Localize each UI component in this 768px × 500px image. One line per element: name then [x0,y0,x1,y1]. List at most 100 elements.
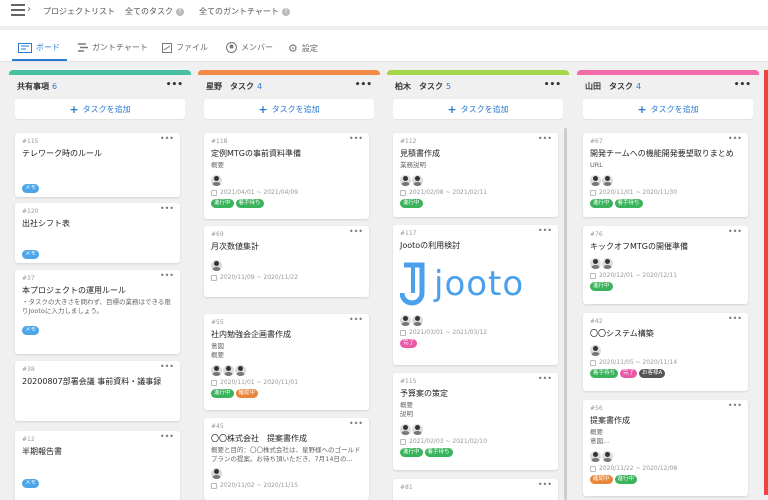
tag-label: 完了 [400,339,418,348]
task-date: 2020/11/22 ~ 2020/12/08 [590,465,741,472]
column-menu-icon[interactable]: ••• [166,80,183,90]
tab-settings[interactable]: ⚙ 設定 [288,42,318,55]
avatar [602,451,613,462]
tab-gantt[interactable]: ガントチャート [78,42,148,53]
task-number: #56 [590,405,603,412]
tab-board[interactable]: ボード [18,42,60,53]
task-date: 2020/11/05 ~ 2020/11/14 [590,359,741,366]
card-menu-icon[interactable]: ••• [538,134,552,143]
avatar [590,175,601,186]
column-title: 山田 タスク [585,81,633,91]
task-card[interactable]: #56 ••• 提案書作成 概要 意図... 2020/11/22 ~ 2020/… [583,400,748,496]
task-card[interactable]: #118 ••• 定例MTGの事前資料準備 概要 2021/04/01 ~ 202… [204,133,369,219]
jooto-logo-text: jooto [434,264,525,304]
task-title: Jootoの利用検討 [400,241,461,250]
member-icon [226,42,237,53]
task-number: #37 [22,275,35,282]
task-card[interactable]: #67 ••• 開発チームへの機能開発要望取りまとめ URL 2020/11/01… [583,133,748,217]
calendar-icon [590,189,596,196]
tag-label: メモ [22,479,40,488]
tag-label: 進行中 [400,199,423,208]
task-number: #115 [400,378,417,385]
column-menu-icon[interactable]: ••• [734,80,751,90]
task-description: 概要と目的：〇〇株式会社は、星野様へのゴールドプランの提案。お待ち頂いただき、7… [211,446,361,463]
task-card[interactable]: #42 ••• 〇〇システム構築 2020/11/05 ~ 2020/11/14 … [583,313,748,391]
tag-label: メモ [22,326,40,335]
task-date: 2020/11/09 ~ 2020/11/22 [211,274,362,281]
task-card[interactable]: #117 ••• Jootoの利用検討 jooto 2021/03/01 ~ 20… [393,225,558,365]
task-number: #42 [590,318,603,325]
avatar [211,365,222,376]
avatar [590,345,601,356]
task-date: 2020/11/01 ~ 2020/11/30 [590,189,741,196]
task-card[interactable]: #115 ••• 予算案の策定 概要 説明 2021/02/03 ~ 2021/0… [393,373,558,470]
card-menu-icon[interactable]: ••• [349,227,363,236]
column-menu-icon[interactable]: ••• [355,80,372,90]
task-card[interactable]: #115 ••• テレワーク時のルール メモ [15,133,180,197]
card-menu-icon[interactable]: ••• [349,315,363,324]
tag-label: 進行中 [400,448,423,457]
task-title: テレワーク時のルール [22,149,102,158]
gantt-icon [78,43,88,52]
task-title: 本プロジェクトの運用ルール [22,286,126,295]
card-menu-icon[interactable]: ••• [538,374,552,383]
tag-label: 確認中 [235,389,259,398]
menu-icon[interactable] [11,4,25,16]
column-header: 星野 タスク 4 ••• [198,75,380,97]
card-menu-icon[interactable]: ••• [160,204,174,213]
card-menu-icon[interactable]: ••• [160,271,174,280]
task-card[interactable]: #55 ••• 社内勉強会企画書作成 意図 概要 2020/11/01 ~ 202… [204,314,369,410]
column-count: 6 [52,81,58,91]
card-menu-icon[interactable]: ••• [349,134,363,143]
avatar [400,424,411,435]
task-title: 開発チームへの機能開発要望取りまとめ [590,149,734,158]
column-title: 星野 タスク [206,81,254,91]
card-menu-icon[interactable]: ••• [160,134,174,143]
add-task-button[interactable]: + タスクを追加 [15,99,185,119]
task-card[interactable]: #12 ••• 半期報告書 メモ [15,431,180,500]
task-card[interactable]: #120 ••• 出社シフト表 メモ [15,203,180,263]
task-number: #115 [22,138,39,145]
card-menu-icon[interactable]: ••• [160,362,174,371]
avatar [400,315,411,326]
task-number: #76 [590,231,603,238]
nav-all-tasks[interactable]: 全てのタスク? [125,6,184,17]
task-number: #55 [211,319,224,326]
column-menu-icon[interactable]: ••• [544,80,561,90]
task-card[interactable]: #112 ••• 見積書作成 業務説明 2021/02/08 ~ 2021/02/… [393,133,558,217]
card-menu-icon[interactable]: ••• [728,314,742,323]
avatar [211,175,222,186]
task-card[interactable]: #81 ••• [393,479,558,500]
task-number: #112 [400,138,417,145]
tag-label: 着手待ち [235,199,264,208]
card-menu-icon[interactable]: ••• [728,401,742,410]
tag-label: 進行中 [211,389,234,398]
task-date: 2020/11/01 ~ 2020/11/01 [211,379,362,386]
column-scrollbar[interactable] [564,128,567,500]
task-number: #38 [22,366,35,373]
calendar-icon [590,272,596,279]
task-card[interactable]: #37 ••• 本プロジェクトの運用ルール ・タスクの大きさを問わず、目標の業務は… [15,270,180,354]
task-card[interactable]: #45 ••• 〇〇株式会社 提案書作成 概要と目的：〇〇株式会社は、星野様へのゴ… [204,418,369,500]
tag-label: 着手待ち [614,199,643,208]
card-menu-icon[interactable]: ••• [728,134,742,143]
card-menu-icon[interactable]: ••• [728,227,742,236]
card-menu-icon[interactable]: ••• [538,226,552,235]
task-card[interactable]: #76 ••• キックオフMTGの開催準備 2020/12/01 ~ 2020/1… [583,226,748,304]
card-menu-icon[interactable]: ••• [349,419,363,428]
tab-member[interactable]: メンバー [226,42,273,53]
add-task-button[interactable]: + タスクを追加 [393,99,563,119]
task-card[interactable]: #38 ••• 20200807部署会議 事前資料・議事録 [15,361,180,421]
nav-all-gantt[interactable]: 全てのガントチャート? [199,6,290,17]
add-task-button[interactable]: + タスクを追加 [204,99,374,119]
task-card[interactable]: #69 ••• 月次数値集計 2020/11/09 ~ 2020/11/22 [204,226,369,297]
breadcrumb-project-list[interactable]: プロジェクトリスト [43,6,115,17]
card-menu-icon[interactable]: ••• [160,432,174,441]
top-bar: › プロジェクトリスト 全てのタスク? 全てのガントチャート? [0,0,768,26]
tab-file[interactable]: ファイル [162,42,208,53]
add-task-button[interactable]: + タスクを追加 [583,99,753,119]
task-date: 2020/11/02 ~ 2020/11/15 [211,482,362,489]
task-description: 意図 概要 [211,342,224,359]
task-description: 概要 説明 [400,401,413,418]
card-menu-icon[interactable]: ••• [538,480,552,489]
